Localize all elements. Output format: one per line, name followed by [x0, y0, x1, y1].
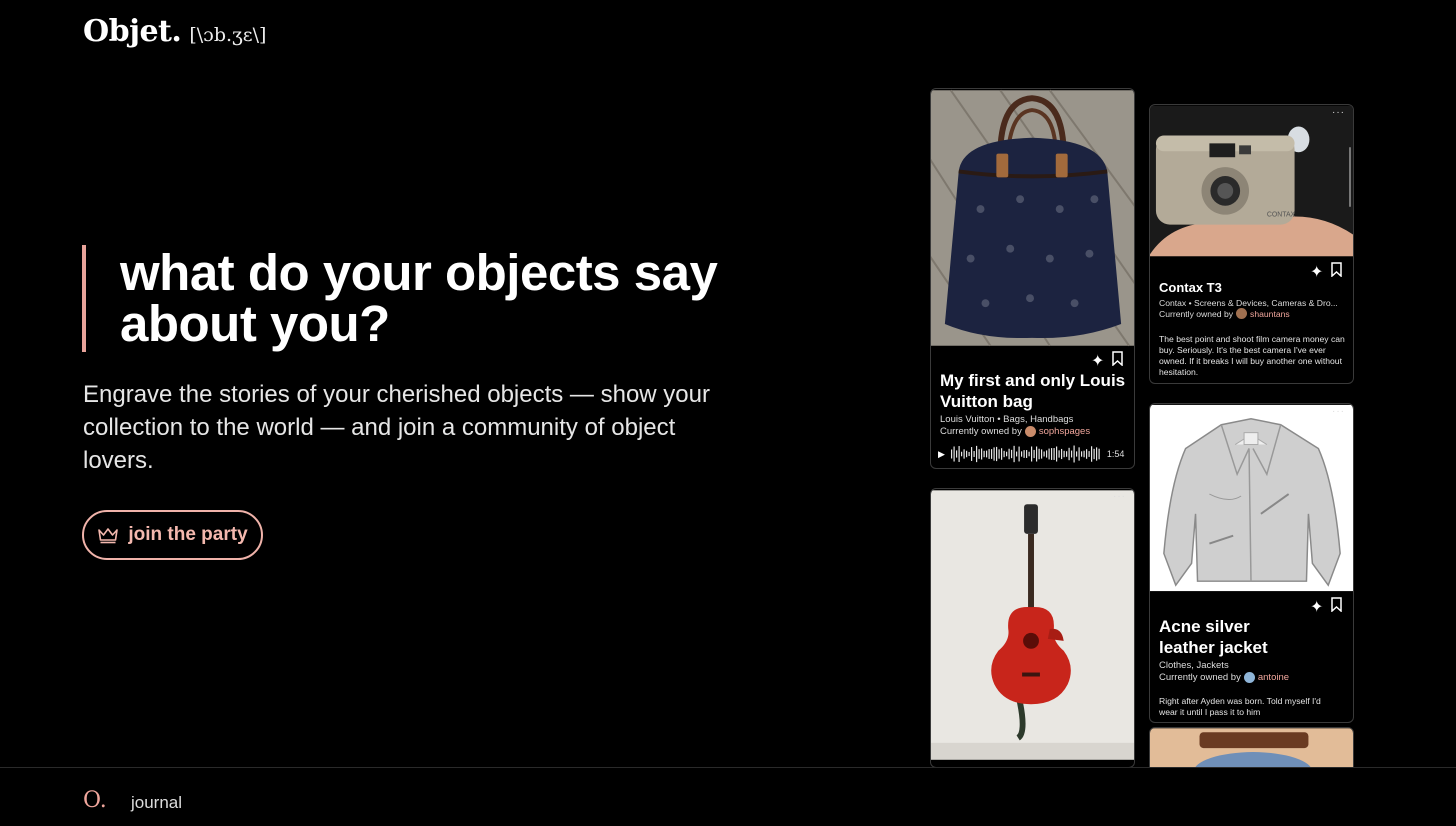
- bookmark-icon[interactable]: [1112, 351, 1124, 371]
- hero-headline: what do your objects say about you?: [120, 244, 718, 352]
- card-meta: Clothes, Jackets: [1159, 660, 1229, 671]
- card-tools: ✦: [1310, 597, 1343, 617]
- bookmark-icon[interactable]: [1331, 597, 1343, 617]
- card-owner: Currently owned by antoine: [1159, 672, 1289, 683]
- card-description: The best point and shoot film camera mon…: [1159, 334, 1345, 377]
- owner-handle[interactable]: sophspages: [1039, 426, 1090, 437]
- object-card-contax[interactable]: CONTAX ··· ✦ Contax T3 Contax • Screens …: [1149, 104, 1354, 384]
- join-party-button[interactable]: join the party: [82, 510, 263, 560]
- card-tools: ✦: [1091, 351, 1124, 371]
- waveform: [950, 445, 1100, 463]
- avatar: [1236, 308, 1248, 319]
- handbag-photo: [931, 89, 1134, 347]
- object-card-louis-vuitton[interactable]: ✦ My first and only Louis Vuitton bag Lo…: [930, 88, 1135, 469]
- owner-handle[interactable]: shauntans: [1250, 309, 1290, 319]
- card-owner: Currently owned by sophspages: [940, 426, 1090, 437]
- card-owner: Currently owned by shauntans: [1159, 308, 1290, 319]
- bookmark-icon[interactable]: [1331, 262, 1343, 282]
- sparkle-icon[interactable]: ✦: [1091, 351, 1104, 371]
- more-options-icon[interactable]: ···: [1113, 491, 1126, 502]
- footer-logo-mark[interactable]: O.: [83, 788, 107, 813]
- logo-wordmark: Objet.: [83, 14, 182, 49]
- journal-link[interactable]: journal: [131, 793, 182, 813]
- scrollbar[interactable]: [1349, 147, 1351, 207]
- camera-photo: CONTAX: [1150, 105, 1353, 257]
- card-title[interactable]: Contax T3: [1159, 280, 1222, 295]
- object-card-guitar[interactable]: ···: [930, 488, 1135, 768]
- sparkle-icon[interactable]: ✦: [1310, 597, 1323, 617]
- more-options-icon[interactable]: ···: [1332, 107, 1345, 118]
- card-tools: ✦: [1310, 262, 1343, 282]
- card-title[interactable]: My first and only Louis Vuitton bag: [940, 370, 1130, 412]
- guitar-photo: [931, 490, 1134, 760]
- more-options-icon[interactable]: ···: [1332, 406, 1345, 417]
- crown-icon: [98, 528, 119, 544]
- avatar: [1024, 426, 1036, 437]
- card-description: Right after Ayden was born. Told myself …: [1159, 696, 1321, 717]
- object-card-acne-jacket[interactable]: ··· ✦ Acne silver leather jacket Clothes…: [1149, 403, 1354, 723]
- owner-handle[interactable]: antoine: [1258, 672, 1289, 683]
- join-party-label: join the party: [128, 524, 248, 545]
- camera-brand-text: CONTAX: [1267, 212, 1296, 219]
- play-icon[interactable]: ▶: [938, 449, 945, 460]
- sparkle-icon[interactable]: ✦: [1310, 262, 1323, 282]
- audio-duration: 1:54: [1106, 449, 1125, 459]
- audio-player[interactable]: ▶ 1:54: [938, 444, 1130, 464]
- logo-phonetic: [\ɔb.ʒɛ\]: [189, 24, 267, 46]
- owned-by-label: Currently owned by: [940, 426, 1022, 437]
- site-logo[interactable]: Objet. [\ɔb.ʒɛ\]: [83, 14, 266, 49]
- card-meta: Louis Vuitton • Bags, Handbags: [940, 414, 1074, 425]
- hero-subtitle: Engrave the stories of your cherished ob…: [83, 381, 710, 474]
- footer-bar: O. journal: [0, 767, 1456, 826]
- jacket-photo: [1150, 404, 1353, 592]
- owned-by-label: Currently owned by: [1159, 308, 1234, 319]
- hero-headline-block: what do your objects say about you?: [82, 245, 722, 352]
- owned-by-label: Currently owned by: [1159, 672, 1241, 683]
- avatar: [1243, 672, 1255, 683]
- card-title[interactable]: Acne silver leather jacket: [1159, 616, 1289, 658]
